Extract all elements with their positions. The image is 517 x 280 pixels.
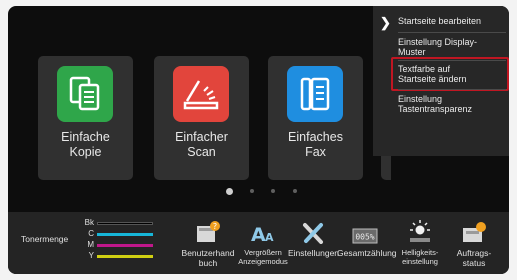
menu-item-display-pattern[interactable]: Einstellung Display- Muster xyxy=(398,37,506,57)
svg-text:005%: 005% xyxy=(355,233,374,242)
fax-icon xyxy=(287,66,343,122)
toner-bar-magenta xyxy=(97,244,153,247)
enlarge-display-button[interactable]: A A Vergrößern Anzeigemodus xyxy=(238,220,288,266)
menu-item-key-transparency[interactable]: Einstellung Tastentransparenz xyxy=(398,94,506,114)
toner-bar-cyan xyxy=(97,233,153,236)
total-count-button[interactable]: 005% Gesamtzählung xyxy=(337,220,397,258)
tool-label: Gesamtzählung xyxy=(337,248,397,258)
toner-name: M xyxy=(87,240,94,249)
toner-name: Bk xyxy=(84,218,94,227)
tile-simple-fax[interactable]: Einfaches Fax xyxy=(268,56,363,180)
menu-item-edit-home[interactable]: Startseite bearbeiten xyxy=(398,16,506,26)
highlight-frame xyxy=(391,57,509,91)
page-dot[interactable] xyxy=(271,189,275,193)
toner-name: Y xyxy=(88,251,94,260)
tile-simple-scan[interactable]: Einfacher Scan xyxy=(154,56,249,180)
svg-text:A: A xyxy=(251,224,266,244)
toner-bar-black xyxy=(97,222,153,225)
menu-divider xyxy=(398,32,506,33)
tile-label: Einfaches Fax xyxy=(288,130,343,159)
tool-label: Benutzerhand buch xyxy=(181,248,235,268)
tool-label: Auftrags- status xyxy=(456,248,492,268)
page-dot[interactable] xyxy=(250,189,254,193)
page-dot-active[interactable] xyxy=(226,188,233,195)
page-dot[interactable] xyxy=(293,189,297,193)
tile-simple-copy[interactable]: Einfache Kopie xyxy=(38,56,133,180)
job-status-icon xyxy=(448,220,500,244)
counter-icon: 005% xyxy=(337,220,393,244)
user-manual-button[interactable]: ? Benutzerhand buch xyxy=(178,220,238,268)
tile-label: Einfacher Scan xyxy=(175,130,228,159)
brightness-icon xyxy=(394,220,446,244)
tool-label: Vergrößern Anzeigemodus xyxy=(238,248,288,266)
touch-panel-screen: Einfache Kopie Einfacher Scan Einfaches xyxy=(8,6,509,274)
tile-label: Einfache Kopie xyxy=(61,130,110,159)
svg-text:?: ? xyxy=(213,222,217,231)
svg-text:A: A xyxy=(265,231,274,244)
settings-tools-icon xyxy=(288,220,338,244)
manual-icon: ? xyxy=(178,220,238,244)
scan-icon xyxy=(173,66,229,122)
copy-icon xyxy=(57,66,113,122)
toner-bar-yellow xyxy=(97,255,153,258)
toner-label: Tonermenge xyxy=(21,234,69,244)
chevron-right-icon[interactable]: ❯ xyxy=(380,16,394,30)
settings-button[interactable]: Einstellungen xyxy=(288,220,340,258)
enlarge-text-icon: A A xyxy=(238,220,288,244)
brightness-button[interactable]: Helligkeits- einstellung xyxy=(394,220,446,266)
toner-name: C xyxy=(88,229,94,238)
tool-label: Einstellungen xyxy=(288,248,340,258)
tool-label: Helligkeits- einstellung xyxy=(401,248,439,266)
job-status-button[interactable]: Auftrags- status xyxy=(448,220,500,268)
menu-divider xyxy=(398,89,506,90)
